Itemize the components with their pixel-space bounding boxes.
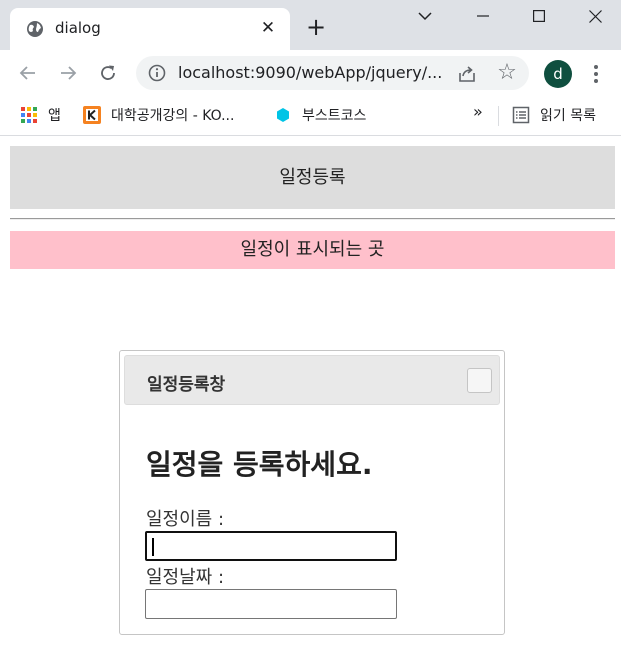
more-vert-icon[interactable] xyxy=(584,60,608,88)
kocw-logo-icon xyxy=(83,106,101,124)
dialog-close-button[interactable] xyxy=(467,368,492,393)
dialog-title: 일정등록창 xyxy=(147,375,226,395)
reading-list-icon xyxy=(512,106,530,124)
minimize-button[interactable] xyxy=(455,0,511,32)
close-icon xyxy=(588,9,602,23)
apps-grid-icon xyxy=(21,107,37,123)
share-icon[interactable] xyxy=(456,63,478,85)
forward-button[interactable] xyxy=(53,58,83,88)
url-text[interactable]: localhost:9090/webApp/jquery/... xyxy=(178,63,442,82)
bookmark-boostcourse[interactable]: 부스트코스 xyxy=(274,103,366,127)
tab-strip: dialog ✕ + xyxy=(0,0,621,50)
tab-title: dialog xyxy=(55,19,101,37)
reading-list-button[interactable]: 읽기 목록 xyxy=(512,103,596,127)
bookmark-label: 대학공개강의 - KO... xyxy=(111,108,235,124)
bookmarks-bar: 앱 대학공개강의 - KO... 부스트코스 » 읽기 목록 xyxy=(0,96,621,136)
chevron-down-icon xyxy=(418,12,432,21)
schedule-display-area: 일정이 표시되는 곳 xyxy=(10,231,615,269)
text-caret xyxy=(152,538,154,556)
bookmarks-overflow-button[interactable]: » xyxy=(473,102,483,121)
reading-list-label: 읽기 목록 xyxy=(540,108,596,124)
profile-avatar[interactable]: d xyxy=(544,60,572,88)
divider xyxy=(10,218,615,220)
arrow-left-icon xyxy=(19,66,35,80)
bookmarks-divider xyxy=(498,106,499,126)
bookmark-star-icon[interactable]: ☆ xyxy=(495,61,519,85)
info-icon[interactable] xyxy=(148,64,166,82)
bookmark-label: 부스트코스 xyxy=(302,108,367,124)
maximize-button[interactable] xyxy=(511,0,567,32)
page-content: 일정등록 일정이 표시되는 곳 일정등록창 일정을 등록하세요. 일정이름 : … xyxy=(0,137,621,647)
register-schedule-button[interactable]: 일정등록 xyxy=(10,146,615,209)
new-tab-button[interactable]: + xyxy=(302,14,330,42)
minimize-icon xyxy=(477,15,489,17)
browser-toolbar: localhost:9090/webApp/jquery/... ☆ d xyxy=(0,50,621,96)
dialog-titlebar[interactable]: 일정등록창 xyxy=(124,355,500,405)
schedule-date-label: 일정날짜 : xyxy=(146,567,225,588)
tab-close-icon[interactable]: ✕ xyxy=(257,17,279,39)
tab-search-button[interactable] xyxy=(397,0,453,32)
boostcourse-logo-icon xyxy=(277,108,289,122)
address-bar[interactable]: localhost:9090/webApp/jquery/... ☆ xyxy=(136,56,529,90)
dialog-heading: 일정을 등록하세요. xyxy=(146,448,373,481)
arrow-right-icon xyxy=(61,66,77,80)
reload-button[interactable] xyxy=(93,58,123,88)
globe-icon xyxy=(27,21,43,37)
bookmark-kocw[interactable]: 대학공개강의 - KO... xyxy=(83,103,234,127)
bookmark-apps[interactable]: 앱 xyxy=(20,103,61,127)
bookmark-label: 앱 xyxy=(48,108,61,124)
browser-tab[interactable]: dialog ✕ xyxy=(10,8,290,50)
schedule-date-input[interactable] xyxy=(145,589,397,619)
close-window-button[interactable] xyxy=(567,0,621,32)
schedule-name-label: 일정이름 : xyxy=(146,509,225,530)
register-dialog: 일정등록창 일정을 등록하세요. 일정이름 : 일정날짜 : xyxy=(119,350,505,635)
maximize-icon xyxy=(533,10,545,22)
back-button[interactable] xyxy=(13,58,43,88)
schedule-name-input[interactable] xyxy=(145,531,397,561)
reload-icon xyxy=(101,65,115,80)
